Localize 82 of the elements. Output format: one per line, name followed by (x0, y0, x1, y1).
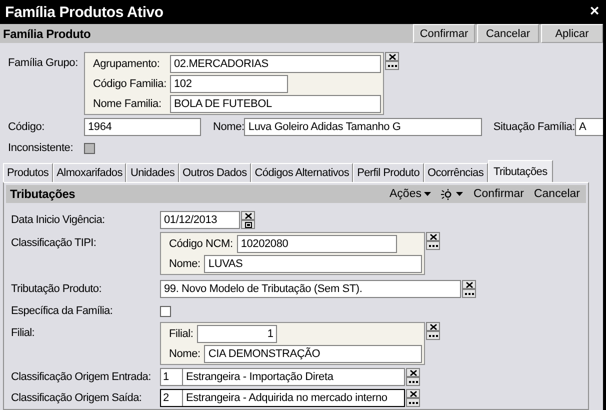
tab[interactable]: Códigos Alternativos (250, 163, 354, 182)
close-icon (244, 212, 252, 218)
sun-icon (441, 188, 454, 200)
field-label: Agrupamento: (92, 58, 161, 70)
clear-button[interactable] (462, 280, 476, 289)
lookup-field[interactable]: 1 Estrangeira - Importação Direta (160, 368, 405, 386)
field-label: Data Inicio Vigência: (11, 214, 106, 226)
field-label: Nome: (168, 348, 202, 360)
close-icon (388, 54, 396, 60)
clear-button[interactable] (406, 368, 420, 377)
tab[interactable]: Tributações (488, 160, 554, 182)
text-field[interactable]: 02.MERCADORIAS (170, 55, 381, 73)
tab[interactable]: Outros Dados (178, 163, 251, 182)
field-label: Tributação Produto: (11, 283, 103, 295)
caret-icon (456, 192, 464, 196)
lookup-button[interactable] (406, 377, 420, 386)
clear-button[interactable] (426, 232, 440, 241)
clear-button[interactable] (385, 52, 399, 61)
calendar-button[interactable] (241, 220, 255, 229)
text-field[interactable]: CIA DEMONSTRAÇÃO (204, 345, 422, 363)
tab[interactable]: Perfil Produto (353, 163, 424, 182)
text-field[interactable]: 1 (197, 325, 278, 343)
code-text: 1 (161, 369, 183, 385)
toolbar-button[interactable]: Confirmar (471, 188, 526, 200)
field-label: Nome: (213, 121, 244, 133)
field-label: Filial: (11, 326, 36, 339)
field-label: Classificação TIPI: (11, 236, 98, 249)
field-label: Nome: (168, 258, 202, 270)
lookup-button[interactable] (406, 398, 420, 407)
code-text: 2 (161, 390, 183, 406)
panel-title: Tributações (10, 187, 76, 201)
text-field[interactable]: LUVAS (204, 255, 422, 273)
field-label: Código: (8, 121, 46, 133)
close-icon (410, 370, 416, 376)
field-label: Código Familia: (92, 78, 168, 90)
lookup-button[interactable] (462, 289, 476, 298)
clear-button[interactable] (406, 389, 420, 398)
checkbox[interactable] (160, 306, 171, 316)
tab[interactable]: Ocorrências (424, 163, 488, 182)
close-icon (466, 282, 472, 288)
caret-icon (424, 192, 432, 196)
field-label: Classificação Origem Saída: (11, 392, 143, 404)
toolbar-button[interactable]: Confirmar (413, 24, 475, 43)
tab[interactable]: Produtos (3, 163, 53, 182)
calendar-icon (244, 222, 252, 228)
toolbar-button[interactable]: Cancelar (477, 24, 539, 43)
field-label: Filial: (168, 328, 194, 340)
close-icon (410, 390, 416, 396)
tab[interactable]: Almoxarifados (52, 163, 126, 182)
field-label: Inconsistente: (8, 142, 74, 154)
lookup-button[interactable] (426, 241, 440, 250)
text-field[interactable]: 102 (170, 75, 288, 93)
text-field[interactable]: 10202080 (236, 235, 397, 253)
close-icon (430, 234, 436, 240)
menu-button[interactable]: Ações (388, 188, 434, 200)
field-label: Específica da Família: (11, 305, 114, 317)
toolbar-button[interactable]: Cancelar (532, 188, 582, 200)
tab[interactable]: Unidades (126, 163, 179, 182)
description-text: Estrangeira - Importação Direta (185, 370, 334, 385)
text-field[interactable]: 1964 (84, 118, 201, 136)
clear-button[interactable] (241, 211, 255, 220)
lookup-button[interactable] (426, 331, 440, 340)
clear-button[interactable] (426, 322, 440, 331)
lookup-field[interactable]: 2 Estrangeira - Adquirida no mercado interno (160, 389, 405, 407)
lookup-button[interactable] (385, 61, 399, 70)
close-button[interactable]: × (590, 3, 599, 21)
text-field[interactable]: A (575, 118, 603, 136)
window-title: Família Produtos Ativo (5, 4, 164, 20)
view-menu-button[interactable] (439, 188, 466, 200)
form-title: Família Produto (3, 26, 91, 40)
field-label: Código NCM: (168, 238, 234, 250)
text-field[interactable]: Luva Goleiro Adidas Tamanho G (244, 118, 482, 136)
text-field[interactable]: BOLA DE FUTEBOL (170, 95, 381, 113)
field-label: Família Grupo: (8, 56, 79, 69)
field-label: Situação Família: (493, 121, 575, 133)
date-field[interactable]: 01/12/2013 (160, 211, 240, 229)
text-field[interactable]: 99. Novo Modelo de Tributação (Sem ST). (160, 280, 461, 298)
description-text: Estrangeira - Adquirida no mercado interno (185, 391, 388, 406)
field-label: Nome Familia: (92, 98, 162, 110)
toolbar-button[interactable]: Aplicar (541, 24, 603, 43)
field-label: Classificação Origem Entrada: (11, 371, 152, 383)
close-icon (430, 324, 436, 330)
